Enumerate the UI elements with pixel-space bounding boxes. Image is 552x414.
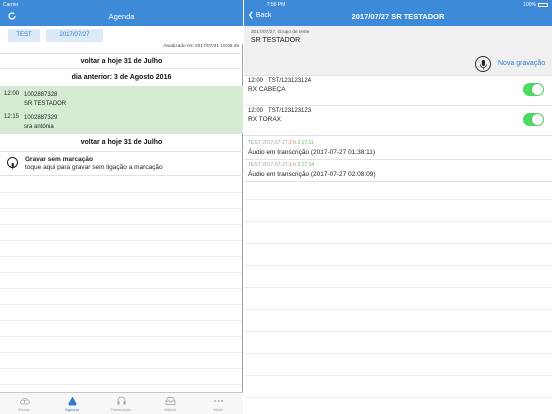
exam-label: RX TORAX	[248, 116, 281, 123]
patient-name: SR TESTADOR	[251, 37, 301, 44]
audio-meta: TEST 2017-07-27 2 h 2:17.11	[248, 140, 314, 146]
agenda-pane: Agenda TEST 2017/07/27 Atualizado em 201…	[0, 0, 243, 414]
audio-status: Áudio em transcrição (2017-07-27 01:38:1…	[248, 149, 376, 156]
headset-icon	[117, 396, 125, 405]
exam-meta: 12:00 TST/123123124	[248, 78, 311, 84]
tab-label: Transcrição	[110, 407, 132, 412]
group-filter-button[interactable]: TEST	[8, 29, 40, 42]
appointment-id: 1002887329	[24, 115, 58, 121]
exam-meta: 12:00 TST/123123123	[248, 108, 311, 114]
microphone-icon[interactable]	[475, 56, 491, 72]
appointment-time: 12:15	[4, 114, 20, 120]
agenda-icon	[67, 396, 77, 406]
exam-row[interactable]: 12:00 TST/123123124 RX CABEÇA	[244, 76, 552, 106]
tab-label: Agenda	[65, 407, 79, 412]
exam-time: 12:00	[248, 108, 264, 114]
tab-label: Enviar	[18, 407, 30, 412]
status-bar: Carrier 7:58 PM 100%	[0, 0, 552, 9]
record-text: Gravar sem marcação toque aqui para grava…	[25, 156, 163, 172]
audio-hours: 2 h	[289, 140, 296, 146]
new-recording-button[interactable]: Nova gravação	[498, 60, 545, 67]
tab-label: Validar	[163, 407, 177, 412]
appointment-id: 1002887328	[24, 92, 58, 98]
back-to-today-bottom[interactable]: voltar a hoje 31 de Julho	[0, 134, 243, 152]
tab-label: More	[213, 407, 223, 412]
tab-bar: Enviar Agenda Transcrição Validar More	[0, 392, 243, 414]
more-icon	[213, 400, 223, 402]
appointment-info: 1002887329 sra antónia	[24, 114, 57, 132]
audio-duration: 2:17.14	[297, 162, 315, 168]
appointment-time: 12:00	[4, 91, 20, 97]
appointment-name: SR TESTADOR	[24, 101, 67, 107]
exam-toggle[interactable]	[523, 113, 544, 126]
tab-transcricao[interactable]: Transcrição	[106, 396, 136, 412]
cloud-upload-icon	[19, 397, 30, 405]
audio-source: TEST 2017-07-27	[248, 140, 288, 146]
audio-source: TEST 2017-07-27	[248, 162, 288, 168]
record-description: toque aqui para gravar sem ligação a mar…	[25, 164, 163, 171]
tab-enviar[interactable]: Enviar	[9, 396, 39, 412]
exam-time: 12:00	[248, 78, 264, 84]
detail-title: 2017/07/27 SR TESTADOR	[351, 12, 445, 21]
audio-meta: TEST 2017-07-27 2 h 2:17.14	[248, 162, 314, 168]
exam-code: TST/123123124	[268, 78, 312, 84]
date-picker-button[interactable]: 2017/07/27	[46, 29, 103, 42]
microphone-icon	[7, 157, 18, 170]
status-time: 7:58 PM	[266, 2, 286, 8]
exam-label: RX CABEÇA	[248, 86, 286, 93]
audio-hours: 2 h	[289, 162, 296, 168]
audio-row[interactable]: TEST 2017-07-27 2 h 2:17.14 Áudio em tra…	[244, 160, 552, 182]
tray-icon	[165, 397, 175, 405]
exam-row[interactable]: 12:00 TST/123123123 RX TORAX	[244, 106, 552, 136]
patient-header: 2017/07/27, Grupo de teste SR TESTADOR N…	[244, 26, 552, 76]
appointment-info: 1002887328 SR TESTADOR	[24, 91, 66, 109]
last-updated-label: Atualizado em 2017/07/31 19:05:45	[163, 44, 239, 49]
exam-code: TST/123123123	[268, 108, 312, 114]
detail-pane: ❮ Back 2017/07/27 SR TESTADOR 2017/07/27…	[244, 0, 552, 414]
record-title: Gravar sem marcação	[25, 156, 93, 163]
battery-indicator: 100%	[523, 2, 548, 8]
tab-more[interactable]: More	[203, 396, 233, 412]
audio-row[interactable]: TEST 2017-07-27 2 h 2:17.11 Áudio em tra…	[244, 138, 552, 160]
previous-day-row[interactable]: dia anterior: 3 de Agosto 2016	[0, 69, 243, 87]
appointment-row[interactable]: 12:15 1002887329 sra antónia	[0, 110, 243, 134]
battery-icon	[538, 2, 548, 7]
agenda-title: Agenda	[108, 12, 135, 21]
tab-agenda[interactable]: Agenda	[57, 396, 87, 412]
filter-bar: TEST 2017/07/27	[0, 26, 243, 44]
audio-duration: 2:17.11	[297, 140, 314, 146]
tab-validar[interactable]: Validar	[155, 396, 185, 412]
appointment-name: sra antónia	[24, 124, 54, 130]
record-without-appointment-row[interactable]: Gravar sem marcação toque aqui para grava…	[0, 152, 243, 176]
appointment-row[interactable]: 12:00 1002887328 SR TESTADOR	[0, 87, 243, 110]
audio-status: Áudio em transcrição (2017-07-27 02:08:0…	[248, 171, 376, 178]
exam-toggle[interactable]	[523, 83, 544, 96]
back-to-today-top[interactable]: voltar a hoje 31 de Julho	[0, 53, 243, 69]
battery-percent: 100%	[523, 2, 536, 8]
patient-subtitle: 2017/07/27, Grupo de teste	[251, 30, 310, 35]
